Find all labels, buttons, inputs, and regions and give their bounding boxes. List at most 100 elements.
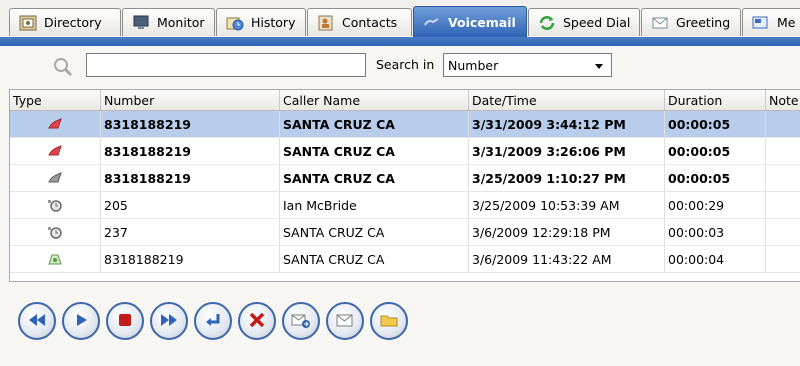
cell-number: 8318188219 [101, 111, 280, 137]
column-header-caller-name[interactable]: Caller Name [280, 90, 469, 110]
return-arrow-icon [204, 312, 222, 331]
column-header-duration[interactable]: Duration [665, 90, 766, 110]
chevron-down-icon[interactable] [595, 64, 603, 69]
tab-messages-label: Me [777, 15, 796, 30]
mark-read-button[interactable] [326, 302, 364, 340]
tab-speed-dial[interactable]: Speed Dial [528, 8, 640, 36]
delete-x-icon [249, 312, 265, 331]
cell-number: 8318188219 [101, 165, 280, 191]
cell-note [766, 165, 800, 191]
cell-date-time: 3/6/2009 12:29:18 PM [469, 219, 665, 245]
call-back-button[interactable] [194, 302, 232, 340]
voicemail-table: Type Number Caller Name Date/Time Durati… [9, 89, 800, 282]
fast-forward-button[interactable] [150, 302, 188, 340]
tab-speed-dial-label: Speed Dial [563, 15, 631, 30]
voicemail-icon [422, 14, 442, 32]
tab-monitor[interactable]: Monitor [122, 8, 215, 36]
column-header-number[interactable]: Number [101, 90, 280, 110]
search-in-label: Search in [376, 57, 435, 72]
table-row[interactable]: 8318188219 SANTA CRUZ CA 3/31/2009 3:44:… [10, 111, 800, 138]
cell-note [766, 219, 800, 245]
cell-note [766, 111, 800, 137]
cell-number: 8318188219 [101, 246, 280, 272]
tab-contacts-label: Contacts [342, 15, 398, 30]
unread-voicemail-icon [10, 165, 101, 191]
messages-icon [751, 14, 771, 32]
saved-voicemail-icon [10, 192, 101, 218]
table-row[interactable]: 8318188219 SANTA CRUZ CA 3/6/2009 11:43:… [10, 246, 800, 273]
heard-voicemail-icon [10, 246, 101, 272]
delete-button[interactable] [238, 302, 276, 340]
column-header-type[interactable]: Type [10, 90, 101, 110]
saved-voicemail-icon [10, 219, 101, 245]
table-row[interactable]: 8318188219 SANTA CRUZ CA 3/25/2009 1:10:… [10, 165, 800, 192]
urgent-voicemail-icon [10, 138, 101, 164]
cell-note [766, 246, 800, 272]
rewind-icon [27, 313, 47, 330]
rewind-button[interactable] [18, 302, 56, 340]
cell-caller-name: SANTA CRUZ CA [280, 138, 469, 164]
fast-forward-icon [159, 313, 179, 330]
cell-date-time: 3/6/2009 11:43:22 AM [469, 246, 665, 272]
greeting-icon [650, 14, 670, 32]
cell-note [766, 192, 800, 218]
cell-duration: 00:00:05 [665, 111, 766, 137]
play-icon [73, 312, 89, 331]
tab-voicemail[interactable]: Voicemail [413, 6, 527, 38]
cell-duration: 00:00:03 [665, 219, 766, 245]
speed-dial-icon [537, 14, 557, 32]
cell-number: 205 [101, 192, 280, 218]
urgent-voicemail-icon [10, 111, 101, 137]
stop-icon [118, 313, 132, 330]
history-icon [225, 14, 245, 32]
contacts-icon [316, 14, 336, 32]
table-row[interactable]: 8318188219 SANTA CRUZ CA 3/31/2009 3:26:… [10, 138, 800, 165]
cell-number: 8318188219 [101, 138, 280, 164]
cell-caller-name: SANTA CRUZ CA [280, 165, 469, 191]
cell-date-time: 3/25/2009 1:10:27 PM [469, 165, 665, 191]
search-icon[interactable] [52, 56, 74, 78]
tab-underline [0, 37, 800, 46]
table-row[interactable]: 205 Ian McBride 3/25/2009 10:53:39 AM 00… [10, 192, 800, 219]
cell-date-time: 3/31/2009 3:44:12 PM [469, 111, 665, 137]
tab-greeting[interactable]: Greeting [641, 8, 741, 36]
cell-caller-name: SANTA CRUZ CA [280, 219, 469, 245]
cell-date-time: 3/25/2009 10:53:39 AM [469, 192, 665, 218]
stop-button[interactable] [106, 302, 144, 340]
tab-history-label: History [251, 15, 296, 30]
column-header-note[interactable]: Note [766, 90, 800, 110]
save-to-folder-button[interactable] [370, 302, 408, 340]
search-input[interactable] [86, 53, 366, 77]
cell-caller-name: Ian McBride [280, 192, 469, 218]
cell-caller-name: SANTA CRUZ CA [280, 246, 469, 272]
column-header-date-time[interactable]: Date/Time [469, 90, 665, 110]
tab-messages[interactable]: Me [742, 8, 800, 36]
cell-duration: 00:00:04 [665, 246, 766, 272]
cell-caller-name: SANTA CRUZ CA [280, 111, 469, 137]
search-field-select[interactable]: Number [443, 53, 612, 77]
search-field-value: Number [448, 57, 499, 73]
table-header: Type Number Caller Name Date/Time Durati… [10, 90, 800, 111]
cell-duration: 00:00:05 [665, 165, 766, 191]
search-row: Search in Number [0, 46, 800, 86]
tab-voicemail-label: Voicemail [448, 15, 516, 30]
tab-greeting-label: Greeting [676, 15, 731, 30]
tab-directory-label: Directory [44, 15, 102, 30]
tab-directory[interactable]: Directory [9, 8, 121, 36]
tab-bar: Directory Monitor History Contacts Voice… [0, 0, 800, 38]
tab-monitor-label: Monitor [157, 15, 205, 30]
cell-duration: 00:00:29 [665, 192, 766, 218]
play-button[interactable] [62, 302, 100, 340]
forward-envelope-icon [291, 312, 311, 331]
folder-icon [380, 313, 398, 330]
directory-icon [18, 14, 38, 32]
cell-date-time: 3/31/2009 3:26:06 PM [469, 138, 665, 164]
cell-number: 237 [101, 219, 280, 245]
cell-note [766, 138, 800, 164]
tab-contacts[interactable]: Contacts [307, 8, 412, 36]
forward-message-button[interactable] [282, 302, 320, 340]
tab-history[interactable]: History [216, 8, 306, 36]
table-row[interactable]: 237 SANTA CRUZ CA 3/6/2009 12:29:18 PM 0… [10, 219, 800, 246]
cell-duration: 00:00:05 [665, 138, 766, 164]
monitor-icon [131, 14, 151, 32]
